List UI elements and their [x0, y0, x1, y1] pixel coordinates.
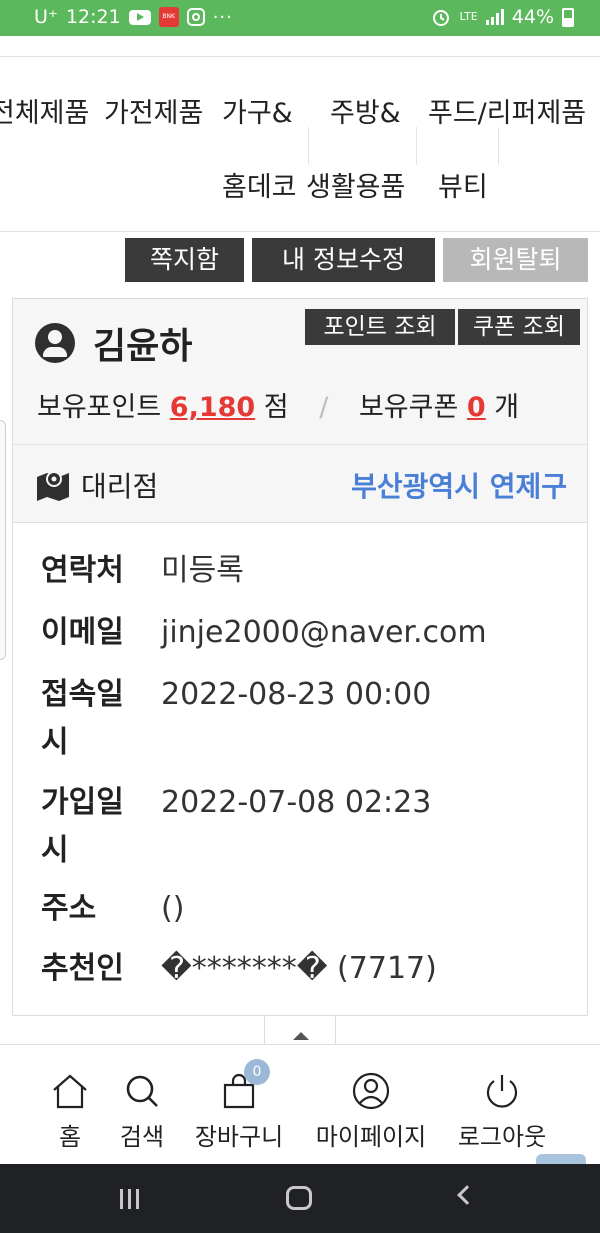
category-food-refurb[interactable]: 푸드/리퍼제품: [428, 91, 586, 130]
info-value: 2022-07-08 02:23: [161, 785, 432, 820]
tab-search[interactable]: 검색: [102, 1045, 182, 1165]
tab-label: 검색: [119, 1123, 165, 1151]
category-home-deco[interactable]: 홈데코: [222, 165, 297, 204]
category-divider: [416, 127, 417, 165]
info-value: �*******� (7717): [161, 951, 437, 986]
system-nav-bar: [0, 1164, 600, 1233]
points-unit: 점: [263, 392, 289, 423]
points-value[interactable]: 6,180: [170, 392, 255, 423]
more-notifications-icon: ···: [212, 6, 233, 28]
user-name: 김윤하: [93, 326, 193, 367]
search-icon: [126, 1075, 158, 1107]
category-all[interactable]: 전체제품: [0, 91, 89, 130]
tab-label: 장바구니: [194, 1123, 284, 1151]
agency-value: 부산광역시 연제구: [351, 470, 567, 503]
bottom-tab-bar: 홈 검색 장바구니 0 마이페이지 로그아웃: [0, 1044, 600, 1164]
info-key: 주소: [41, 891, 97, 926]
tab-mypage[interactable]: 마이페이지: [306, 1045, 436, 1165]
user-icon: [352, 1072, 390, 1110]
youtube-icon: [128, 9, 151, 25]
back-icon[interactable]: [457, 1185, 477, 1205]
info-key: 추천인: [41, 951, 124, 986]
tab-home[interactable]: 홈: [30, 1045, 110, 1165]
floating-button[interactable]: [536, 1154, 586, 1164]
info-value: jinje2000@naver.com: [161, 615, 487, 650]
category-divider: [498, 127, 499, 165]
separator: /: [319, 392, 329, 423]
signal-icon: [485, 9, 504, 25]
home-button-icon[interactable]: [286, 1186, 312, 1210]
info-key: 연락처: [41, 553, 124, 588]
points-label: 보유포인트: [37, 392, 162, 423]
info-key: 이메일: [41, 615, 124, 650]
alarm-icon: [433, 10, 450, 26]
edge-handle[interactable]: [0, 420, 6, 660]
clock: 12:21: [65, 6, 121, 28]
agency-row: 대리점 부산광역시 연제구: [13, 445, 587, 523]
category-divider: [308, 127, 309, 165]
info-key: 접속일시: [41, 677, 124, 760]
withdraw-button[interactable]: 회원탈퇴: [443, 238, 588, 282]
messages-button[interactable]: 쪽지함: [125, 238, 244, 282]
info-value: 미등록: [161, 553, 244, 588]
profile-summary: 김윤하 포인트 조회 쿠폰 조회 보유포인트 6,180 점 / 보유쿠폰 0 …: [13, 299, 587, 445]
user-avatar-icon: [35, 323, 75, 363]
power-icon: [486, 1075, 518, 1108]
point-lookup-button[interactable]: 포인트 조회: [305, 309, 455, 345]
tab-label: 홈: [58, 1123, 82, 1151]
tab-label: 로그아웃: [457, 1123, 547, 1151]
tab-cart[interactable]: 장바구니: [184, 1045, 294, 1165]
category-kitchen[interactable]: 주방&: [330, 91, 401, 130]
coupon-lookup-button[interactable]: 쿠폰 조회: [458, 309, 580, 345]
scroll-to-top-button[interactable]: [264, 1016, 336, 1046]
agency-label: 대리점: [81, 470, 159, 503]
status-bar: U⁺ 12:21 BNK ··· LTE 44%: [0, 0, 600, 36]
edit-profile-button[interactable]: 내 정보수정: [252, 238, 435, 282]
cart-count-badge: 0: [244, 1059, 270, 1085]
tab-logout[interactable]: 로그아웃: [446, 1045, 558, 1165]
tab-label: 마이페이지: [315, 1123, 427, 1151]
category-nav: 전체제품 가전제품 가구& 주방& 푸드/리퍼제품 홈데코 생활용품 뷰티: [0, 56, 600, 232]
category-living[interactable]: 생활용품: [306, 165, 405, 204]
category-appliances[interactable]: 가전제품: [104, 91, 203, 130]
bnk-app-icon: BNK: [158, 7, 179, 27]
info-value: 2022-08-23 00:00: [161, 677, 432, 712]
battery-percent: 44%: [511, 6, 554, 28]
category-furniture[interactable]: 가구&: [222, 91, 293, 130]
instagram-icon: [186, 8, 205, 26]
coupons-value[interactable]: 0: [467, 392, 486, 423]
coupons-label: 보유쿠폰: [358, 392, 459, 423]
home-icon: [53, 1074, 87, 1109]
profile-card: 김윤하 포인트 조회 쿠폰 조회 보유포인트 6,180 점 / 보유쿠폰 0 …: [12, 298, 588, 1016]
map-marker-icon: [37, 471, 69, 501]
points-coupons-row: 보유포인트 6,180 점 / 보유쿠폰 0 개: [37, 385, 519, 424]
category-beauty[interactable]: 뷰티: [438, 165, 488, 204]
network-type-label: LTE: [459, 10, 478, 23]
info-value: (): [161, 891, 185, 926]
status-bar-left: U⁺ 12:21 BNK ···: [34, 6, 233, 28]
info-key: 가입일시: [41, 785, 124, 868]
status-bar-right: LTE 44%: [431, 6, 574, 28]
coupons-unit: 개: [494, 392, 520, 423]
carrier-label: U⁺: [34, 6, 58, 28]
recents-icon[interactable]: [120, 1189, 142, 1209]
battery-icon: [562, 7, 574, 27]
